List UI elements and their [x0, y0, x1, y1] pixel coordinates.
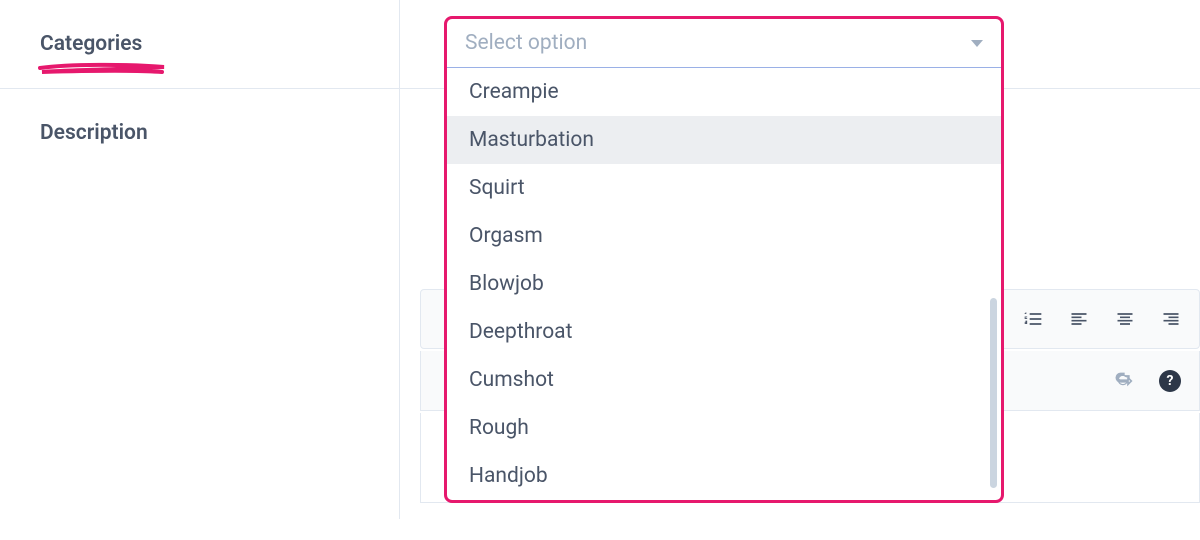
select-option[interactable]: Rough	[447, 404, 1001, 452]
select-option[interactable]: Blowjob	[447, 260, 1001, 308]
select-option[interactable]: Cumshot	[447, 356, 1001, 404]
numbered-list-icon[interactable]	[1023, 309, 1043, 329]
select-option[interactable]: Deepthroat	[447, 308, 1001, 356]
select-option[interactable]: Masturbation	[447, 116, 1001, 164]
select-option-list: CreampieMasturbationSquirtOrgasmBlowjobD…	[447, 68, 1001, 500]
highlight-underline-icon	[38, 62, 166, 76]
categories-select[interactable]: Select option CreampieMasturbationSquirt…	[444, 16, 1004, 503]
chevron-down-icon	[971, 40, 983, 47]
align-right-icon[interactable]	[1161, 309, 1181, 329]
select-placeholder: Select option	[465, 31, 587, 55]
description-label: Description	[0, 89, 400, 519]
select-option[interactable]: Creampie	[447, 68, 1001, 116]
align-center-icon[interactable]	[1115, 309, 1135, 329]
description-label-text: Description	[40, 121, 148, 145]
select-option[interactable]: Orgasm	[447, 212, 1001, 260]
select-option[interactable]: Squirt	[447, 164, 1001, 212]
help-icon[interactable]: ?	[1159, 370, 1181, 392]
categories-label: Categories	[0, 0, 400, 88]
categories-label-text: Categories	[40, 32, 142, 56]
select-header[interactable]: Select option	[447, 19, 1001, 68]
align-left-icon[interactable]	[1069, 309, 1089, 329]
redo-icon[interactable]	[1113, 371, 1133, 391]
select-option[interactable]: Handjob	[447, 452, 1001, 500]
scrollbar-thumb[interactable]	[990, 298, 997, 488]
